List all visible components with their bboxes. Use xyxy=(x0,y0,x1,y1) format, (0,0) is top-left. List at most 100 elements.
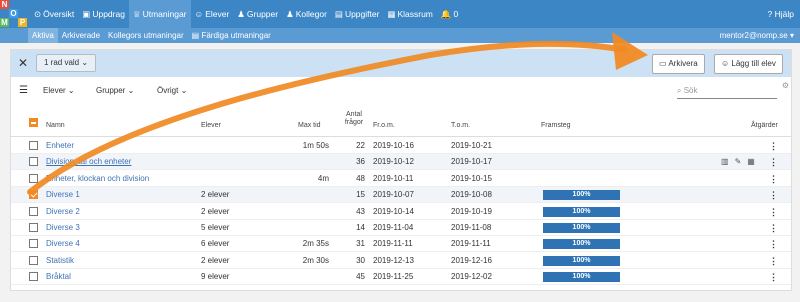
row-checkbox[interactable] xyxy=(29,272,38,282)
nav-item-person[interactable]: ☺ Elever xyxy=(191,0,234,28)
col-to[interactable]: T.o.m. xyxy=(451,122,470,129)
cell-questions: 48 xyxy=(356,173,365,183)
filter-icon[interactable]: ☰ xyxy=(19,85,28,96)
challenge-name-link[interactable]: Enheter, klockan och division xyxy=(46,171,149,187)
table-row[interactable]: Diverse 2 2 elever 43 2019-10-14 2019-10-19 1… xyxy=(11,204,791,220)
groups-filter-dropdown[interactable]: Grupper ⌄ xyxy=(96,86,134,95)
nav-item-label: Översikt xyxy=(43,9,75,19)
nav-item-dashboard[interactable]: ⊙ Översikt xyxy=(30,0,78,28)
col-from[interactable]: Fr.o.m. xyxy=(373,122,395,129)
chart-icon[interactable]: ▥ xyxy=(721,154,729,170)
archive-button[interactable]: ▭ Arkivera xyxy=(652,54,705,74)
col-students[interactable]: Elever xyxy=(201,122,221,129)
select-all-checkbox[interactable] xyxy=(29,118,38,127)
top-navigation-bar: NOMP ⊙ Översikt ▣ Uppdrag ♕ Utmaningar ☺ Elever… xyxy=(0,0,800,28)
cell-from: 2019-11-11 xyxy=(373,239,413,249)
groups-filter-label: Grupper xyxy=(96,86,126,95)
tab-1[interactable]: Arkiverade xyxy=(58,28,104,43)
nav-item-colleagues[interactable]: ♟ Kollegor xyxy=(282,0,331,28)
col-progress[interactable]: Framsteg xyxy=(541,122,571,129)
grid-icon[interactable]: ▦ xyxy=(747,154,755,170)
col-max-time[interactable]: Max tid xyxy=(298,122,321,129)
table-row[interactable]: Diverse 3 5 elever 14 2019-11-04 2019-11-08 1… xyxy=(11,220,791,236)
nav-item-trophy[interactable]: ♕ Utmaningar xyxy=(128,0,191,28)
row-checkbox[interactable] xyxy=(29,173,38,183)
search-input[interactable]: ⌕ Sök xyxy=(677,83,777,99)
nav-item-group[interactable]: ♟ Grupper xyxy=(233,0,282,28)
help-label: Hjälp xyxy=(774,9,794,19)
nav-item-folder[interactable]: ▣ Uppdrag xyxy=(78,0,129,28)
challenge-name-link[interactable]: Diverse 2 xyxy=(46,204,80,220)
cell-to: 2019-10-21 xyxy=(451,141,492,150)
table-row[interactable]: Enheter, klockan och division 4m 48 2019-10… xyxy=(11,171,791,187)
selection-label: 1 rad vald xyxy=(44,58,80,67)
more-options-icon[interactable]: ⋮ xyxy=(769,138,778,154)
cell-to: 2019-10-17 xyxy=(451,157,492,167)
cell-from: 2019-11-25 xyxy=(373,272,414,282)
cell-to: 2019-12-02 xyxy=(451,272,492,282)
more-options-icon[interactable]: ⋮ xyxy=(769,220,778,236)
row-checkbox[interactable] xyxy=(29,239,38,249)
challenge-name-link[interactable]: Division, tal och enheter xyxy=(46,154,131,170)
nav-item-classroom[interactable]: ▦ Klassrum xyxy=(383,0,436,28)
progress-bar: 100% xyxy=(543,272,620,283)
chevron-down-icon: ⌄ xyxy=(127,86,135,95)
cell-questions: 30 xyxy=(356,255,365,265)
row-actions: ▥ ✎ ▦ xyxy=(721,154,755,170)
nav-item-bell[interactable]: 🔔 0 xyxy=(437,0,462,28)
col-actions: Åtgärder xyxy=(751,122,778,129)
row-checkbox[interactable] xyxy=(29,141,38,150)
table-row[interactable]: Bråktal 9 elever 45 2019-11-25 2019-12-02 100… xyxy=(11,269,791,286)
cell-questions: 22 xyxy=(356,141,365,150)
row-checkbox[interactable] xyxy=(29,157,38,167)
more-options-icon[interactable]: ⋮ xyxy=(769,171,778,187)
challenge-name-link[interactable]: Diverse 4 xyxy=(46,236,80,252)
table-row[interactable]: Enheter 1m 50s 22 2019-10-16 2019-10-21 ⋮ xyxy=(11,138,791,154)
tab-label: Aktiva xyxy=(32,31,54,40)
nav-item-label: Utmaningar xyxy=(142,9,187,19)
tab-3[interactable]: ▤ Färdiga utmaningar xyxy=(188,28,275,43)
cell-from: 2019-10-11 xyxy=(373,173,414,183)
row-checkbox[interactable] xyxy=(29,206,38,216)
tab-0[interactable]: Aktiva xyxy=(28,28,58,43)
col-name[interactable]: Namn xyxy=(46,122,65,129)
challenge-name-link[interactable]: Diverse 1 xyxy=(46,187,80,203)
table-row[interactable]: Diverse 4 6 elever 2m 35s 31 2019-11-11 2019-… xyxy=(11,236,791,253)
gear-icon[interactable]: ⚙ xyxy=(782,81,789,90)
row-checkbox[interactable] xyxy=(29,223,38,232)
more-options-icon[interactable]: ⋮ xyxy=(769,187,778,203)
challenge-name-link[interactable]: Statistik xyxy=(46,253,74,269)
col-questions[interactable]: Antal frågor xyxy=(341,111,367,127)
row-checkbox[interactable] xyxy=(29,255,38,265)
table-row[interactable]: Diverse 1 2 elever 15 2019-10-07 2019-10-08 1… xyxy=(11,187,791,204)
user-menu[interactable]: mentor2@nomp.se ▾ xyxy=(720,28,794,43)
students-filter-dropdown[interactable]: Elever ⌄ xyxy=(43,86,75,95)
main-nav: ⊙ Översikt ▣ Uppdrag ♕ Utmaningar ☺ Elever ♟ Grup… xyxy=(30,0,462,28)
table-row[interactable]: Division, tal och enheter 36 2019-10-12 201… xyxy=(11,154,791,171)
nav-item-label: Elever xyxy=(205,9,230,19)
nav-item-task[interactable]: ▤ Uppgifter xyxy=(331,0,384,28)
edit-icon[interactable]: ✎ xyxy=(735,154,742,170)
nomp-logo[interactable]: NOMP xyxy=(0,0,28,28)
more-options-icon[interactable]: ⋮ xyxy=(769,204,778,220)
more-options-icon[interactable]: ⋮ xyxy=(769,236,778,252)
challenge-name-link[interactable]: Enheter xyxy=(46,138,74,154)
challenge-name-link[interactable]: Diverse 3 xyxy=(46,220,80,236)
table-row[interactable]: Statistik 2 elever 2m 30s 30 2019-12-13 2019-… xyxy=(11,253,791,269)
more-options-icon[interactable]: ⋮ xyxy=(769,253,778,269)
selection-dropdown[interactable]: 1 rad vald ⌄ xyxy=(36,54,97,72)
cell-students: 2 elever xyxy=(201,190,230,200)
cell-questions: 36 xyxy=(356,157,365,167)
tab-2[interactable]: Kollegors utmaningar xyxy=(104,28,188,43)
other-filter-dropdown[interactable]: Övrigt ⌄ xyxy=(157,86,187,95)
add-student-button[interactable]: ☺ Lägg till elev xyxy=(714,54,783,74)
more-options-icon[interactable]: ⋮ xyxy=(769,269,778,285)
challenge-name-link[interactable]: Bråktal xyxy=(46,269,71,285)
tab-label: Färdiga utmaningar xyxy=(201,31,271,40)
archive-label: Arkivera xyxy=(668,59,698,68)
row-checkbox[interactable] xyxy=(29,190,38,200)
close-icon[interactable]: ✕ xyxy=(18,56,28,70)
help-link[interactable]: ? Hjälp xyxy=(768,0,794,28)
person-icon: ☺ xyxy=(721,59,732,68)
more-options-icon[interactable]: ⋮ xyxy=(769,154,778,170)
